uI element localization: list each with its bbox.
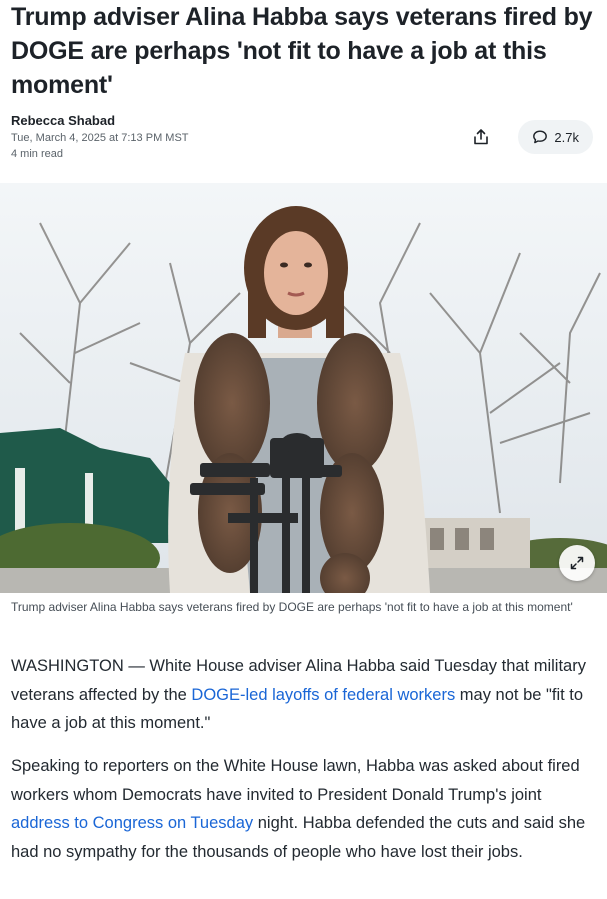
publish-date: Tue, March 4, 2025 at 7:13 PM MST bbox=[11, 132, 189, 144]
article-paragraph: WASHINGTON — White House adviser Alina H… bbox=[11, 652, 601, 738]
comment-count: 2.7k bbox=[554, 129, 579, 145]
doge-layoffs-link[interactable]: DOGE-led layoffs of federal workers bbox=[191, 686, 455, 704]
article-paragraph: Speaking to reporters on the White House… bbox=[11, 752, 601, 866]
expand-image-button[interactable] bbox=[559, 545, 595, 581]
image-caption: Trump adviser Alina Habba says veterans … bbox=[11, 600, 573, 614]
byline: Rebecca Shabad Tue, March 4, 2025 at 7:1… bbox=[11, 112, 311, 162]
comments-button[interactable]: 2.7k bbox=[518, 120, 593, 154]
read-time: 4 min read bbox=[11, 148, 63, 160]
comment-icon bbox=[533, 130, 548, 144]
author-name[interactable]: Rebecca Shabad bbox=[11, 112, 311, 130]
article-headline: Trump adviser Alina Habba says veterans … bbox=[11, 3, 593, 99]
expand-icon bbox=[570, 556, 584, 570]
paragraph-text: Speaking to reporters on the White House… bbox=[11, 757, 580, 804]
address-to-congress-link[interactable]: address to Congress on Tuesday bbox=[11, 814, 253, 832]
share-icon bbox=[474, 129, 489, 145]
hero-image bbox=[0, 183, 607, 593]
share-button[interactable] bbox=[464, 120, 498, 154]
article-actions: 2.7k bbox=[464, 120, 593, 154]
hero-photo bbox=[0, 183, 607, 593]
